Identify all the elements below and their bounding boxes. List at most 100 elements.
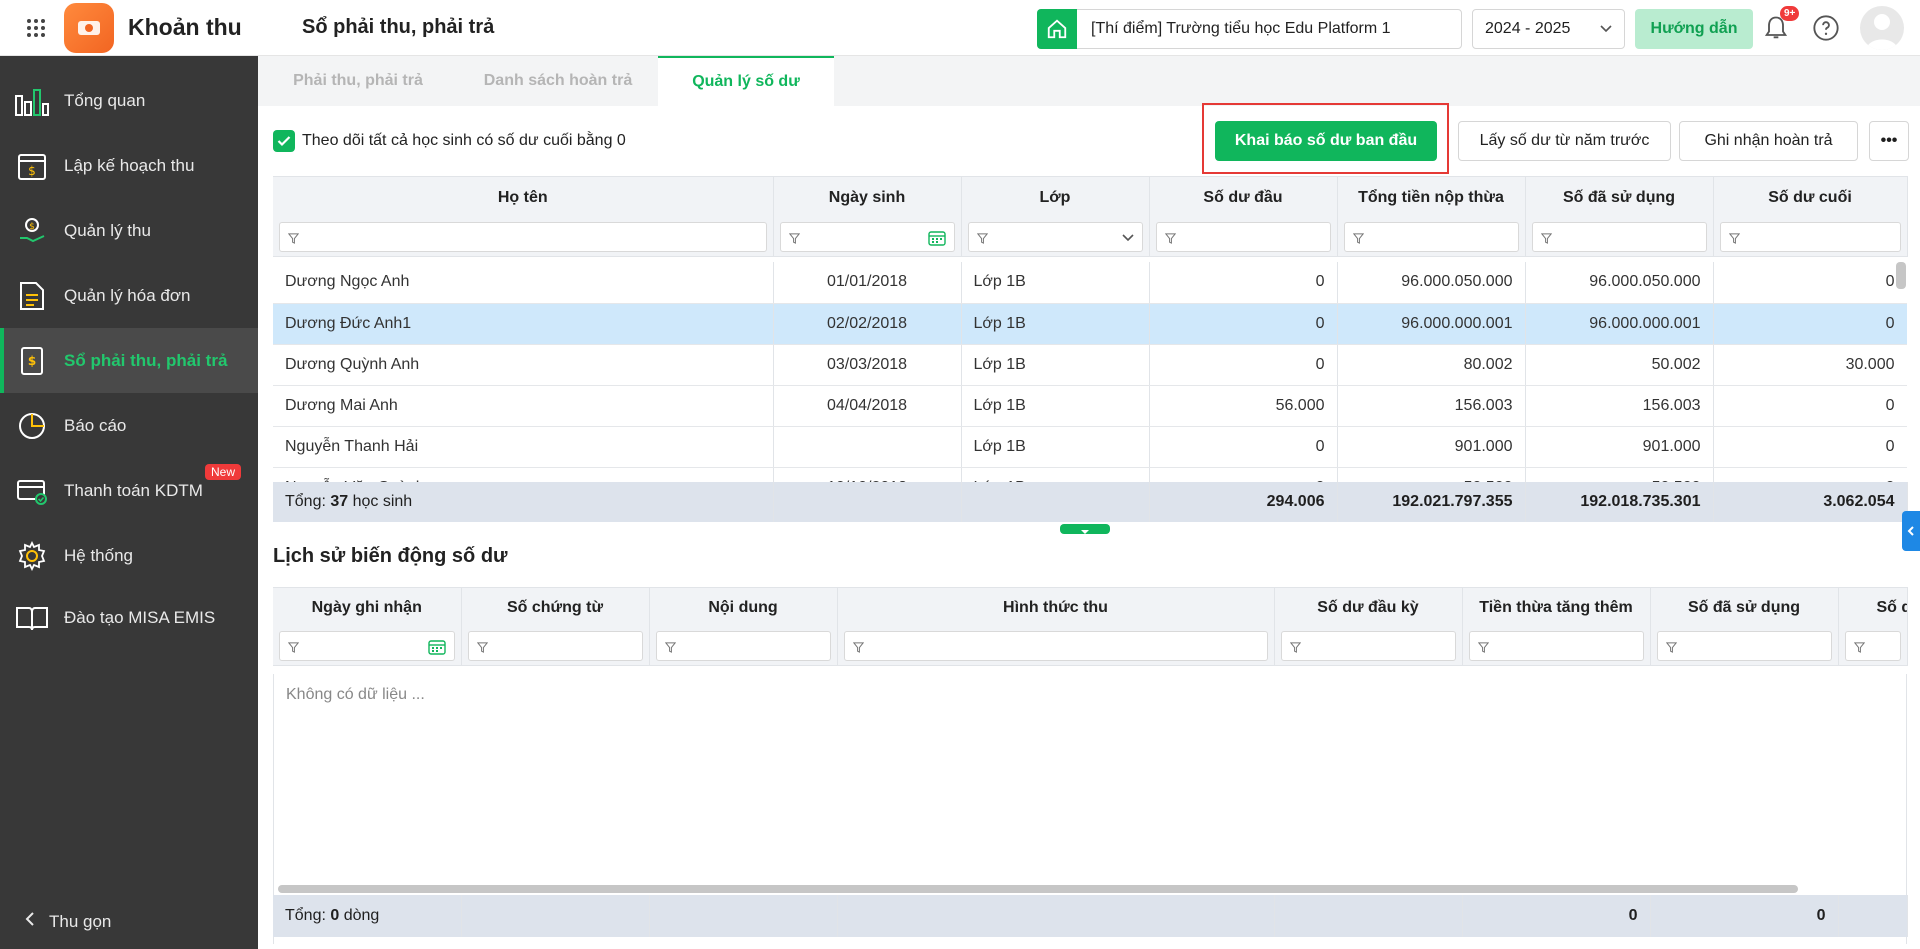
column-header[interactable]: Số dư cuối xyxy=(1713,176,1908,219)
tab-balance-management[interactable]: Quản lý số dư xyxy=(658,56,834,106)
sidebar-item-ledger[interactable]: $ Sổ phải thu, phải trả xyxy=(0,328,258,393)
sidebar-item-plan[interactable]: $ Lập kế hoạch thu xyxy=(0,133,258,198)
guide-button[interactable]: Hướng dẫn xyxy=(1635,9,1753,49)
filter-icon xyxy=(1477,640,1490,654)
notification-bell-icon[interactable]: 9+ xyxy=(1762,6,1800,44)
sidebar-item-training[interactable]: Đào tạo MISA EMIS xyxy=(0,588,258,648)
home-icon xyxy=(1037,9,1077,49)
cell-opening: 56.000 xyxy=(1149,385,1338,427)
new-badge: New xyxy=(205,464,242,480)
column-header[interactable]: Hình thức thu xyxy=(837,587,1275,628)
sidebar-item-collect[interactable]: $ Quản lý thu xyxy=(0,198,258,263)
column-header[interactable]: Số dư đầu kỳ xyxy=(1274,587,1463,628)
table-row[interactable]: Dương Mai Anh 04/04/2018 Lớp 1B 56.000 1… xyxy=(273,385,1907,427)
sidebar-item-payment[interactable]: Thanh toán KDTM New xyxy=(0,458,258,523)
calendar-icon[interactable] xyxy=(927,230,946,251)
sidebar-item-invoice[interactable]: Quản lý hóa đơn xyxy=(0,263,258,328)
filter-opening-input[interactable] xyxy=(1155,222,1331,253)
column-header[interactable]: Ngày ghi nhận xyxy=(273,587,462,628)
cell-name: Dương Mai Anh xyxy=(273,385,774,427)
app-name: Khoản thu xyxy=(128,14,242,40)
column-header[interactable]: Số chứng từ xyxy=(461,587,650,628)
cell-overpaid: 96.000.000.001 xyxy=(1337,303,1526,345)
apps-grid-icon[interactable] xyxy=(0,0,72,56)
column-header[interactable]: Số dư đầu xyxy=(1149,176,1338,219)
side-panel-toggle[interactable] xyxy=(1902,511,1920,551)
sidebar-item-system[interactable]: Hệ thống xyxy=(0,523,258,588)
table-row[interactable]: Dương Ngọc Anh 01/01/2018 Lớp 1B 0 96.00… xyxy=(273,262,1907,304)
top-bar: Khoản thu Sổ phải thu, phải trả [Thí điể… xyxy=(0,0,1920,56)
checkbox-checked-icon[interactable] xyxy=(273,130,295,152)
year-value: 2024 - 2025 xyxy=(1485,20,1571,37)
filter-voucher-input[interactable] xyxy=(467,631,643,662)
record-refund-button[interactable]: Ghi nhận hoàn trả xyxy=(1679,121,1858,161)
filter-class-select[interactable] xyxy=(967,222,1143,253)
bar-chart-icon xyxy=(14,83,50,119)
avatar[interactable] xyxy=(1860,6,1904,50)
table-body-viewport[interactable]: Dương Ngọc Anh 01/01/2018 Lớp 1B 0 96.00… xyxy=(273,262,1907,482)
total-empty xyxy=(1274,895,1463,937)
tab-refund-list[interactable]: Danh sách hoàn trả xyxy=(458,56,658,106)
filter-method-input[interactable] xyxy=(843,631,1268,662)
help-icon[interactable] xyxy=(1812,14,1840,42)
get-prev-year-balance-button[interactable]: Lấy số dư từ năm trước xyxy=(1458,121,1671,161)
filter-balance-input[interactable] xyxy=(1844,631,1901,662)
school-selector[interactable]: [Thí điểm] Trường tiểu học Edu Platform … xyxy=(1037,9,1462,49)
document-icon xyxy=(14,278,50,314)
empty-text: Không có dữ liệu ... xyxy=(286,686,425,703)
more-options-button[interactable]: ••• xyxy=(1869,121,1909,161)
declare-opening-balance-button[interactable]: Khai báo số dư ban đầu xyxy=(1215,121,1437,161)
cell-dob: 04/04/2018 xyxy=(773,385,962,427)
filter-icon xyxy=(788,231,801,245)
cell-used: 156.003 xyxy=(1525,385,1714,427)
sidebar-item-label: Đào tạo MISA EMIS xyxy=(64,608,216,627)
total-rows: Tổng: 0 dòng xyxy=(273,895,462,937)
filter-used-input[interactable] xyxy=(1656,631,1832,662)
sidebar-item-overview[interactable]: Tổng quan xyxy=(0,68,258,133)
svg-text:$: $ xyxy=(28,354,36,368)
year-select[interactable]: 2024 - 2025 xyxy=(1472,9,1625,49)
collapse-button[interactable]: Thu gọn xyxy=(0,894,258,949)
filter-dob-input[interactable] xyxy=(779,222,955,253)
filter-used-input[interactable] xyxy=(1531,222,1707,253)
table-row[interactable]: Dương Quỳnh Anh 03/03/2018 Lớp 1B 0 80.0… xyxy=(273,344,1907,386)
calendar-icon[interactable] xyxy=(427,639,446,660)
filter-icon xyxy=(1289,640,1302,654)
column-header[interactable]: Số đã sử dụng xyxy=(1650,587,1839,628)
cell-class: Lớp 1B xyxy=(961,467,1150,482)
panel-resize-handle[interactable] xyxy=(1060,524,1110,534)
svg-text:$: $ xyxy=(29,222,35,232)
filter-period-opening-input[interactable] xyxy=(1280,631,1456,662)
table-row[interactable]: Nguyễn Thanh Hải Lớp 1B 0 901.000 901.00… xyxy=(273,426,1907,468)
filter-increase-input[interactable] xyxy=(1468,631,1644,662)
column-header[interactable]: Tiền thừa tăng thêm xyxy=(1462,587,1651,628)
cell-closing: 0 xyxy=(1713,303,1907,345)
column-header[interactable]: Họ tên xyxy=(273,176,774,219)
table-row[interactable]: Dương Đức Anh1 02/02/2018 Lớp 1B 0 96.00… xyxy=(273,303,1907,345)
table-row[interactable]: Nguyễn Văn Quỳnh 10/10/2018 Lớp 1B 0 50.… xyxy=(273,467,1907,482)
vertical-scrollbar[interactable] xyxy=(1896,262,1906,289)
page-title: Sổ phải thu, phải trả xyxy=(302,16,495,38)
column-header[interactable]: Nội dung xyxy=(649,587,838,628)
column-header[interactable]: Số dư xyxy=(1838,587,1908,628)
ledger-book-icon: $ xyxy=(14,343,50,379)
filter-closing-input[interactable] xyxy=(1719,222,1901,253)
column-header[interactable]: Ngày sinh xyxy=(773,176,962,219)
horizontal-scrollbar[interactable] xyxy=(278,885,1798,893)
hand-coin-icon: $ xyxy=(14,213,50,249)
sidebar-item-report[interactable]: Báo cáo xyxy=(0,393,258,458)
column-header[interactable]: Số đã sử dụng xyxy=(1525,176,1714,219)
track-zero-balance-toggle[interactable]: Theo dõi tất cả học sinh có số dư cuối b… xyxy=(273,130,626,152)
column-header[interactable]: Tổng tiền nộp thừa xyxy=(1337,176,1526,219)
total-empty xyxy=(461,895,650,937)
column-header[interactable]: Lớp xyxy=(961,176,1150,219)
tab-receivables[interactable]: Phải thu, phải trả xyxy=(258,56,458,106)
cell-name: Dương Ngọc Anh xyxy=(273,262,774,304)
filter-overpaid-input[interactable] xyxy=(1343,222,1519,253)
filter-date-input[interactable] xyxy=(279,631,455,662)
total-empty xyxy=(837,895,1275,937)
total-used: 0 xyxy=(1650,895,1839,937)
filter-name-input[interactable] xyxy=(279,222,767,253)
calendar-money-icon: $ xyxy=(14,148,50,184)
filter-content-input[interactable] xyxy=(655,631,831,662)
